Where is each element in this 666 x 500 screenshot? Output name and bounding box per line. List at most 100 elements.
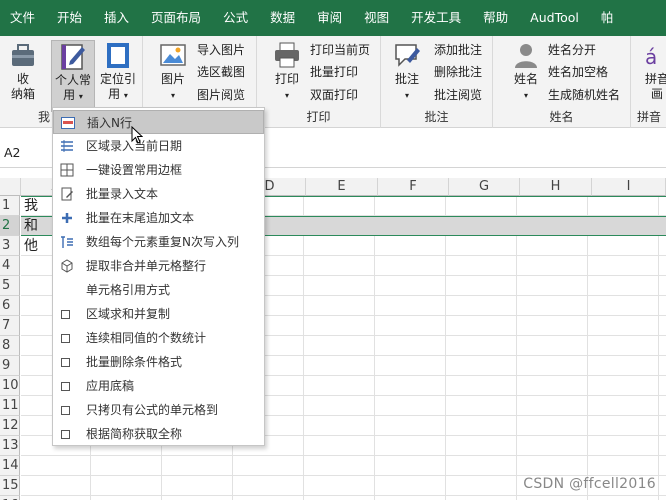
row-header-13[interactable]: 13 xyxy=(0,436,20,456)
group-label-name: 姓名 xyxy=(549,110,574,124)
plus-icon xyxy=(62,213,72,223)
group-label-pinyin: 拼音 xyxy=(637,110,662,124)
group-name: 姓名 ▾ 姓名分开 姓名加空格 生成随机姓名 姓名 xyxy=(493,36,631,128)
column-header-h[interactable]: H xyxy=(520,178,592,196)
row-header-6[interactable]: 6 xyxy=(0,296,20,316)
chevron-down-icon: ▾ xyxy=(170,91,175,100)
checkbox-icon xyxy=(61,358,70,367)
column-header-i[interactable]: I xyxy=(592,178,666,196)
cell-a2[interactable]: 和 xyxy=(24,216,38,236)
row-header-9[interactable]: 9 xyxy=(0,356,20,376)
border-grid-icon xyxy=(60,163,74,177)
cell-a3[interactable]: 他 xyxy=(24,236,38,256)
name-button[interactable]: 姓名 ▾ xyxy=(507,40,545,103)
chevron-down-icon: ▾ xyxy=(404,91,409,100)
tab-page-layout[interactable]: 页面布局 xyxy=(140,0,212,36)
menu-item-repeat-array[interactable]: 数组每个元素重复N次写入列 xyxy=(53,230,264,254)
tab-home[interactable]: 开始 xyxy=(46,0,93,36)
row-header-11[interactable]: 11 xyxy=(0,396,20,416)
batch-print-button[interactable]: 批量打印 xyxy=(310,62,358,82)
menu-item-apply-template[interactable]: 应用底稿 xyxy=(53,374,264,398)
chevron-down-icon: ▾ xyxy=(284,91,289,100)
row-header-15[interactable]: 15 xyxy=(0,476,20,496)
list-icon xyxy=(61,140,73,152)
group-pinyin: á 拼音 画 拼音 xyxy=(631,36,666,128)
row-header-3[interactable]: 3 xyxy=(0,236,20,256)
tab-view[interactable]: 视图 xyxy=(353,0,400,36)
ribbon-tab-bar: 文件 开始 插入 页面布局 公式 数据 审阅 视图 开发工具 帮助 AudToo… xyxy=(0,0,666,36)
checkbox-icon xyxy=(61,334,70,343)
row-header-7[interactable]: 7 xyxy=(0,316,20,336)
chevron-down-icon: ▾ xyxy=(523,91,528,100)
tab-help[interactable]: 帮助 xyxy=(472,0,519,36)
add-comment-button[interactable]: 添加批注 xyxy=(434,40,482,60)
row-header-12[interactable]: 12 xyxy=(0,416,20,436)
comment-button[interactable]: 批注 ▾ xyxy=(389,40,425,103)
import-picture-button[interactable]: 导入图片 xyxy=(197,40,245,60)
row-header-2[interactable]: 2 xyxy=(0,216,20,236)
pinyin-button[interactable]: á 拼音 画 xyxy=(639,40,666,102)
person-icon xyxy=(515,44,537,68)
picture-icon xyxy=(160,44,186,66)
random-name-button[interactable]: 生成随机姓名 xyxy=(548,85,620,105)
picture-button[interactable]: 图片 ▾ xyxy=(152,40,194,103)
column-header-f[interactable]: F xyxy=(378,178,449,196)
name-box[interactable]: A2 xyxy=(4,145,21,160)
tab-review[interactable]: 审阅 xyxy=(306,0,353,36)
column-header-g[interactable]: G xyxy=(449,178,520,196)
menu-item-range-current-date[interactable]: 区域录入当前日期 xyxy=(53,134,264,158)
delete-comment-button[interactable]: 删除批注 xyxy=(434,62,482,82)
menu-item-count-consecutive[interactable]: 连续相同值的个数统计 xyxy=(53,326,264,350)
toolbox-icon xyxy=(12,44,34,66)
menu-item-append-text[interactable]: 批量在末尾追加文本 xyxy=(53,206,264,230)
menu-item-copy-formula-cells[interactable]: 只拷贝有公式的单元格到 xyxy=(53,398,264,422)
select-screenshot-button[interactable]: 选区截图 xyxy=(197,62,245,82)
personal-notebook-icon xyxy=(61,44,85,70)
row-header-10[interactable]: 10 xyxy=(0,376,20,396)
tab-insert[interactable]: 插入 xyxy=(93,0,140,36)
menu-item-batch-enter-text[interactable]: 批量录入文本 xyxy=(53,182,264,206)
picture-browse-button[interactable]: 图片阅览 xyxy=(197,85,245,105)
tab-audtool[interactable]: AudTool xyxy=(519,0,590,36)
menu-item-insert-n-rows[interactable]: 插入N行 xyxy=(53,110,264,134)
tab-data[interactable]: 数据 xyxy=(259,0,306,36)
mouse-pointer-icon xyxy=(131,126,143,144)
row-header-5[interactable]: 5 xyxy=(0,276,20,296)
duplex-print-button[interactable]: 双面打印 xyxy=(310,85,358,105)
menu-item-sum-and-copy[interactable]: 区域求和并复制 xyxy=(53,302,264,326)
watermark: CSDN @ffcell2016 xyxy=(523,476,656,492)
row-header-8[interactable]: 8 xyxy=(0,336,20,356)
collect-box-button[interactable]: 收 纳箱 xyxy=(3,40,43,102)
menu-item-set-borders[interactable]: 一键设置常用边框 xyxy=(53,158,264,182)
comment-icon xyxy=(395,44,420,67)
column-header-e[interactable]: E xyxy=(306,178,378,196)
tab-overflow[interactable]: 帕 xyxy=(590,0,625,36)
row-header-4[interactable]: 4 xyxy=(0,256,20,276)
menu-item-delete-conditional-formats[interactable]: 批量删除条件格式 xyxy=(53,350,264,374)
group-label-comment: 批注 xyxy=(424,110,449,124)
printer-icon xyxy=(275,42,299,68)
row-header-16[interactable]: 16 xyxy=(0,496,20,500)
tab-file[interactable]: 文件 xyxy=(0,0,46,36)
chevron-down-icon: ▾ xyxy=(78,92,83,101)
checkbox-icon xyxy=(61,310,70,319)
group-print: 打印 ▾ 打印当前页 批量打印 双面打印 打印 xyxy=(257,36,381,128)
tab-developer[interactable]: 开发工具 xyxy=(400,0,472,36)
menu-item-full-name-lookup[interactable]: 根据简称获取全称 xyxy=(53,422,264,446)
menu-item-extract-unmerged-rows[interactable]: 提取非合并单元格整行 xyxy=(53,254,264,278)
checkbox-icon xyxy=(61,406,70,415)
select-all-corner[interactable] xyxy=(0,178,21,196)
checkbox-icon xyxy=(61,430,70,439)
comment-browse-button[interactable]: 批注阅览 xyxy=(434,85,482,105)
row-header-1[interactable]: 1 xyxy=(0,196,20,216)
locate-reference-button[interactable]: 定位引 用 ▾ xyxy=(97,40,139,103)
cell-a1[interactable]: 我 xyxy=(24,196,38,216)
row-header-14[interactable]: 14 xyxy=(0,456,20,476)
menu-item-cell-reference-mode[interactable]: 单元格引用方式 xyxy=(53,278,264,302)
split-name-button[interactable]: 姓名分开 xyxy=(548,40,596,60)
name-add-space-button[interactable]: 姓名加空格 xyxy=(548,62,608,82)
print-current-page-button[interactable]: 打印当前页 xyxy=(310,40,370,60)
personal-common-button[interactable]: 个人常 用 ▾ xyxy=(51,40,95,112)
tab-formulas[interactable]: 公式 xyxy=(212,0,259,36)
print-button[interactable]: 打印 ▾ xyxy=(267,40,307,103)
